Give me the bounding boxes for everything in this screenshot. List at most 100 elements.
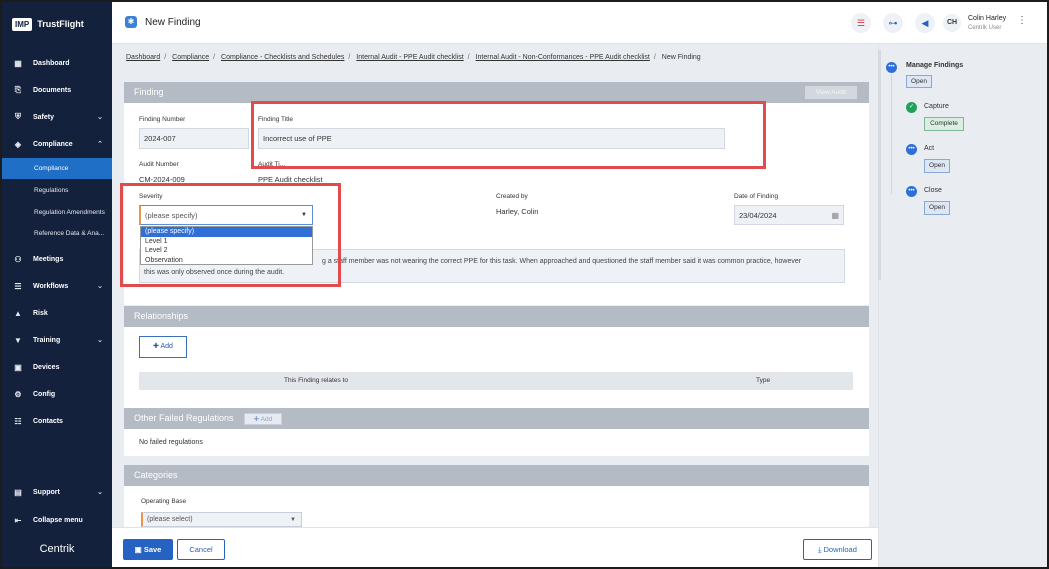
warning-icon: ▲ [14, 308, 22, 318]
breadcrumb-link[interactable]: Compliance - Checklists and Schedules [221, 54, 344, 61]
breadcrumb: Dashboard / Compliance / Compliance - Chec… [126, 54, 701, 61]
sidebar-item-dashboard[interactable]: ▦ Dashboard [2, 52, 112, 74]
sidebar-item-label: Dashboard [33, 59, 70, 67]
contacts-icon: ☷ [14, 416, 22, 426]
workflow-step-icon: ••• [906, 144, 917, 155]
workflow-step-status[interactable]: Open [924, 201, 950, 215]
view-audit-button[interactable]: View Audit [805, 86, 857, 99]
created-by-value: Harley, Colin [496, 207, 539, 216]
report-icon[interactable]: ☰ [851, 13, 871, 33]
sidebar: IMP TrustFlight ▦ Dashboard ⎘ Documents … [2, 2, 112, 567]
sidebar-item-support[interactable]: ▤ Support ⌄ [2, 481, 112, 503]
workflow-status-badge[interactable]: Open [906, 75, 932, 88]
finding-number-field: 2024-007 [139, 128, 249, 149]
add-relationship-button[interactable]: ✚ Add [139, 336, 187, 358]
download-label: Download [823, 545, 857, 554]
chevron-down-icon: ⌄ [97, 337, 103, 344]
avatar[interactable]: CH [943, 14, 961, 32]
save-icon: ▣ [134, 545, 144, 554]
workflow-icon: ☰ [14, 281, 22, 291]
operating-base-label: Operating Base [141, 498, 187, 505]
workflow-step-icon: ••• [886, 62, 897, 73]
sidebar-subitem-reference-data[interactable]: Reference Data & Ana... [2, 223, 112, 244]
sidebar-item-label: Workflows [33, 282, 69, 290]
sidebar-subitem-regulation-amendments[interactable]: Regulation Amendments [2, 202, 112, 223]
highlight-box-title [251, 101, 766, 169]
graduation-cap-icon: ▼ [14, 335, 22, 345]
download-button[interactable]: ⤓ Download [803, 539, 872, 560]
failed-regulations-section-header: Other Failed Regulations ✚ Add [124, 408, 869, 429]
collapse-menu-button[interactable]: ⇤ Collapse menu [2, 509, 112, 531]
sidebar-item-config[interactable]: ⚙ Config [2, 383, 112, 405]
breadcrumb-link[interactable]: Internal Audit - PPE Audit checklist [356, 54, 463, 61]
collapse-icon: ⇤ [14, 515, 22, 525]
finding-section-header: Finding View Audit [124, 82, 869, 103]
operating-base-value: (please select) [147, 516, 193, 523]
more-options-icon[interactable]: ⋮ [1017, 15, 1027, 26]
section-title: Finding [134, 87, 164, 97]
workflow-step-label: Act [924, 145, 935, 152]
brand[interactable]: IMP TrustFlight [2, 2, 112, 46]
chevron-down-icon: ⌄ [97, 114, 103, 121]
sidebar-item-workflows[interactable]: ☰ Workflows ⌄ [2, 275, 112, 297]
sidebar-item-documents[interactable]: ⎘ Documents [2, 79, 112, 101]
section-title: Categories [134, 470, 178, 480]
relationships-section-header: Relationships [124, 306, 869, 327]
sidebar-subitem-regulations[interactable]: Regulations [2, 180, 112, 201]
date-of-finding-label: Date of Finding [734, 193, 779, 200]
user-name: Colin Harley [968, 15, 1007, 22]
page-title: New Finding [145, 17, 201, 28]
top-bar: ✱ New Finding ☰ ⊶ ◀ CH Colin Harley Cent… [112, 2, 1047, 44]
column-header-relates: This Finding relates to [284, 377, 348, 384]
finding-icon: ✱ [125, 16, 137, 28]
date-value: 23/04/2024 [739, 210, 777, 220]
sidebar-item-risk[interactable]: ▲ Risk [2, 302, 112, 324]
brand-name: TrustFlight [37, 19, 84, 29]
cancel-button[interactable]: Cancel [177, 539, 225, 560]
sidebar-item-contacts[interactable]: ☷ Contacts [2, 410, 112, 432]
sidebar-item-label: Safety [33, 113, 55, 121]
sidebar-item-training[interactable]: ▼ Training ⌄ [2, 329, 112, 351]
highlight-box-severity [120, 183, 341, 287]
created-by-label: Created by [496, 193, 528, 200]
operating-base-select[interactable]: (please select) ▼ [141, 512, 302, 527]
sidebar-item-meetings[interactable]: ⚇ Meetings [2, 248, 112, 270]
sidebar-subitem-compliance[interactable]: Compliance [2, 158, 112, 179]
calendar-icon[interactable]: ▦ [831, 211, 839, 220]
workflow-step-icon: ••• [906, 186, 917, 197]
relationships-table-header: This Finding relates to Type [139, 372, 853, 390]
chevron-down-icon: ⌄ [97, 283, 103, 290]
sidebar-item-label: Documents [33, 86, 72, 94]
sidebar-item-label: Meetings [33, 255, 64, 263]
section-title: Other Failed Regulations [134, 413, 234, 423]
date-of-finding-input[interactable]: 23/04/2024 ▦ [734, 205, 844, 225]
workflow-step-status[interactable]: Complete [924, 117, 964, 131]
user-role: Centrik User [968, 25, 1002, 31]
breadcrumb-link[interactable]: Compliance [172, 54, 209, 61]
workflow-step-label: Capture [924, 103, 949, 110]
link-icon[interactable]: ⊶ [883, 13, 903, 33]
no-failed-regulations-text: No failed regulations [139, 439, 203, 446]
workflow-step-label: Close [924, 187, 942, 194]
sidebar-item-compliance[interactable]: ◈ Compliance ⌃ [2, 133, 112, 155]
shield-icon: ⛨ [15, 112, 21, 121]
workflow-connector [891, 74, 892, 194]
chevron-down-icon: ▼ [290, 516, 296, 523]
workflow-step-status[interactable]: Open [924, 159, 950, 173]
breadcrumb-link[interactable]: Dashboard [126, 54, 160, 61]
sidebar-item-label: Support [33, 488, 60, 496]
add-failed-regulation-button[interactable]: ✚ Add [244, 413, 282, 425]
megaphone-icon[interactable]: ◀ [915, 13, 935, 33]
breadcrumb-link[interactable]: Internal Audit - Non-Conformances - PPE … [476, 54, 650, 61]
add-label: Add [260, 416, 273, 423]
brand-badge: IMP [12, 17, 33, 31]
meetings-icon: ⚇ [14, 254, 22, 264]
scrollbar[interactable] [878, 50, 881, 280]
workflow-panel: ••• Manage Findings Open ✓ Capture Compl… [878, 44, 1047, 567]
sidebar-item-devices[interactable]: ▣ Devices [2, 356, 112, 378]
section-title: Relationships [134, 311, 189, 321]
support-icon: ▤ [14, 487, 22, 497]
collapse-menu-label: Collapse menu [33, 516, 83, 524]
save-button[interactable]: ▣ Save [123, 539, 173, 560]
sidebar-item-safety[interactable]: ⛨ Safety ⌄ [2, 106, 112, 128]
